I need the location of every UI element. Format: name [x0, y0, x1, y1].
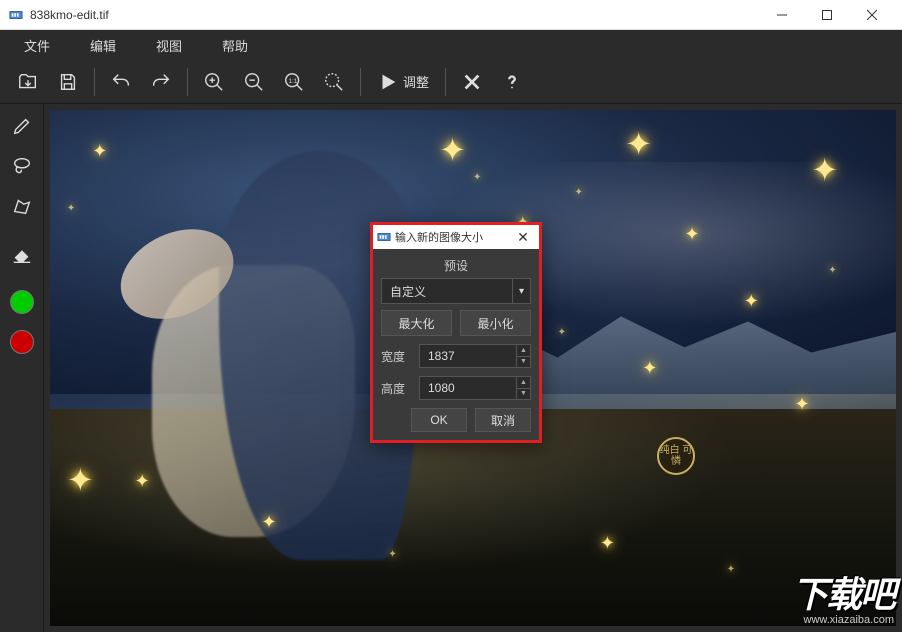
- preset-select[interactable]: 自定义 ▾: [381, 278, 531, 304]
- zoom-actual-button[interactable]: 1:1: [276, 64, 312, 100]
- ok-button[interactable]: OK: [411, 408, 467, 432]
- cancel-tool-button[interactable]: [454, 64, 490, 100]
- artist-badge: 纯白 可憐: [656, 436, 696, 476]
- dialog-body: 预设 自定义 ▾ 最大化 最小化 宽度 1837 ▲ ▼ 高度 1080: [373, 249, 539, 440]
- height-down-icon[interactable]: ▼: [517, 388, 531, 401]
- menu-view[interactable]: 视图: [136, 30, 202, 60]
- help-tool-button[interactable]: [494, 64, 530, 100]
- window-titlebar: 838kmo-edit.tif: [0, 0, 902, 30]
- open-button[interactable]: [10, 64, 46, 100]
- maximize-preset-button[interactable]: 最大化: [381, 310, 452, 336]
- separator: [4, 276, 39, 280]
- preset-value: 自定义: [381, 278, 513, 304]
- pencil-tool[interactable]: [4, 108, 40, 144]
- lasso-tool[interactable]: [4, 148, 40, 184]
- menu-help[interactable]: 帮助: [202, 30, 268, 60]
- height-up-icon[interactable]: ▲: [517, 376, 531, 388]
- zoom-out-button[interactable]: [236, 64, 272, 100]
- separator: [360, 68, 361, 96]
- dialog-title: 输入新的图像大小: [395, 229, 511, 245]
- toolbar: 1:1 调整: [0, 60, 902, 104]
- width-spinner[interactable]: 1837 ▲ ▼: [419, 344, 531, 368]
- undo-button[interactable]: [103, 64, 139, 100]
- width-value[interactable]: 1837: [419, 344, 517, 368]
- width-up-icon[interactable]: ▲: [517, 344, 531, 356]
- height-label: 高度: [381, 380, 413, 397]
- dialog-close-button[interactable]: ✕: [511, 225, 535, 249]
- maximize-button[interactable]: [804, 0, 849, 30]
- color-swatch-green: [10, 290, 34, 314]
- dialog-titlebar[interactable]: 输入新的图像大小 ✕: [373, 225, 539, 249]
- menu-file[interactable]: 文件: [4, 30, 70, 60]
- window-title: 838kmo-edit.tif: [30, 8, 759, 22]
- cancel-button[interactable]: 取消: [475, 408, 531, 432]
- zoom-fit-button[interactable]: [316, 64, 352, 100]
- adjust-button[interactable]: 调整: [369, 64, 437, 100]
- save-button[interactable]: [50, 64, 86, 100]
- menu-edit[interactable]: 编辑: [70, 30, 136, 60]
- close-button[interactable]: [849, 0, 894, 30]
- dialog-icon: [377, 230, 391, 244]
- svg-text:1:1: 1:1: [289, 77, 298, 84]
- adjust-label: 调整: [403, 72, 429, 91]
- width-down-icon[interactable]: ▼: [517, 356, 531, 369]
- chevron-down-icon[interactable]: ▾: [513, 278, 531, 304]
- height-spinner[interactable]: 1080 ▲ ▼: [419, 376, 531, 400]
- minimize-button[interactable]: [759, 0, 804, 30]
- foreground-color[interactable]: [4, 284, 40, 320]
- menubar: 文件 编辑 视图 帮助: [0, 30, 902, 60]
- resize-dialog: 输入新的图像大小 ✕ 预设 自定义 ▾ 最大化 最小化 宽度 1837 ▲ ▼ …: [370, 222, 542, 443]
- polygon-tool[interactable]: [4, 188, 40, 224]
- preset-label: 预设: [381, 253, 531, 278]
- tool-sidebar: [0, 104, 44, 632]
- separator: [445, 68, 446, 96]
- height-value[interactable]: 1080: [419, 376, 517, 400]
- zoom-in-button[interactable]: [196, 64, 232, 100]
- separator: [94, 68, 95, 96]
- app-icon: [8, 7, 24, 23]
- window-controls: [759, 0, 894, 30]
- color-swatch-red: [10, 330, 34, 354]
- width-label: 宽度: [381, 348, 413, 365]
- redo-button[interactable]: [143, 64, 179, 100]
- separator: [187, 68, 188, 96]
- minimize-preset-button[interactable]: 最小化: [460, 310, 531, 336]
- separator: [4, 228, 39, 232]
- background-color[interactable]: [4, 324, 40, 360]
- eraser-tool[interactable]: [4, 236, 40, 272]
